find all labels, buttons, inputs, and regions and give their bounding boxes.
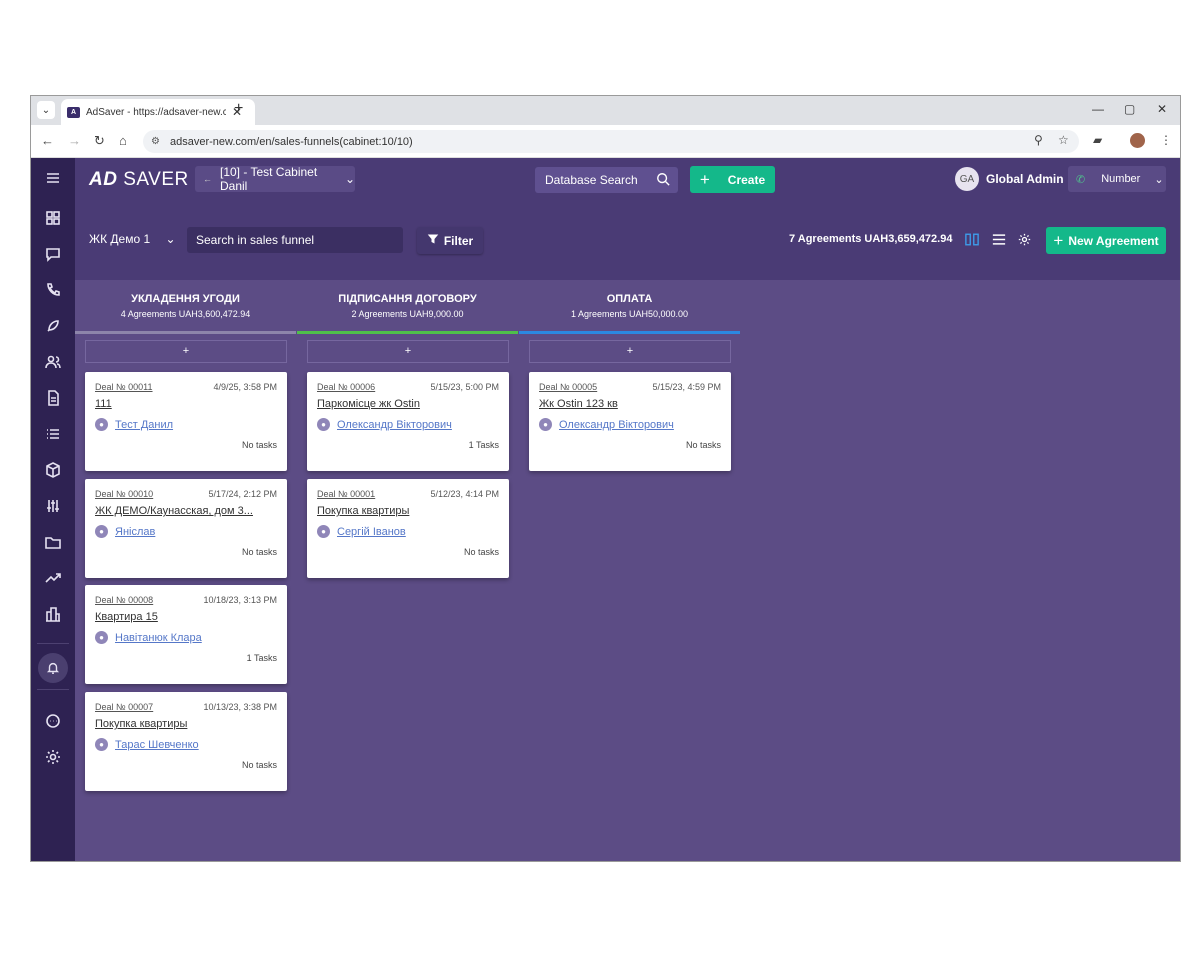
add-deal-button[interactable]: +	[307, 340, 509, 363]
column-title: ОПЛАТА	[606, 293, 653, 305]
column-title: ПІДПИСАННЯ ДОГОВОРУ	[338, 293, 477, 305]
tab-title: AdSaver - https://adsaver-new.c	[86, 106, 226, 118]
deal-number-link[interactable]: Deal № 00008	[95, 595, 153, 605]
tab-search-chevron-icon[interactable]: ⌄	[37, 101, 55, 119]
contact-name-link[interactable]: Олександр Вікторович	[337, 419, 452, 431]
profile-avatar[interactable]	[1130, 133, 1145, 148]
browser-tab[interactable]: A AdSaver - https://adsaver-new.c ✕	[61, 99, 255, 125]
deal-tasks: No tasks	[241, 760, 277, 770]
url-text: adsaver-new.com/en/sales-funnels(cabinet…	[169, 135, 413, 148]
add-deal-button[interactable]: +	[529, 340, 731, 363]
deal-contact: ● Тест Данил	[95, 418, 173, 431]
app-area: AD SAVER ← [10] - Test Cabinet Danil ⌄ D…	[31, 158, 1180, 861]
deal-number-link[interactable]: Deal № 00005	[539, 382, 597, 392]
deal-tasks: No tasks	[241, 440, 277, 450]
contact-person-icon: ●	[95, 738, 108, 751]
password-key-icon[interactable]: ⚲	[1034, 133, 1043, 147]
adsaver-favicon-icon: A	[67, 106, 80, 118]
deal-contact: ● Олександр Вікторович	[539, 418, 674, 431]
deal-card[interactable]: Deal № 00011 4/9/25, 3:58 PM 111 ● Тест Дани…	[85, 372, 287, 471]
deal-title-link[interactable]: Квартира 15	[95, 611, 277, 623]
contact-person-icon: ●	[95, 418, 108, 431]
contact-name-link[interactable]: Навітанюк Клара	[115, 632, 202, 644]
deal-date: 5/15/23, 4:59 PM	[652, 382, 721, 392]
deal-tasks: No tasks	[463, 547, 499, 557]
column-color-bar	[297, 331, 518, 334]
deal-title-link[interactable]: Паркомісце жк Ostin	[317, 398, 499, 410]
deal-date: 5/12/23, 4:14 PM	[430, 489, 499, 499]
column-title: УКЛАДЕННЯ УГОДИ	[131, 293, 240, 305]
new-tab-plus-icon[interactable]: +	[234, 100, 243, 118]
browser-window: ⌄ A AdSaver - https://adsaver-new.c ✕ + …	[30, 95, 1181, 862]
contact-name-link[interactable]: Тест Данил	[115, 419, 173, 431]
deal-tasks: 1 Tasks	[246, 653, 277, 663]
add-deal-button[interactable]: +	[85, 340, 287, 363]
deal-title-link[interactable]: 111	[95, 398, 277, 410]
deal-title-link[interactable]: ЖК ДЕМО/Каунасская, дом 3...	[95, 505, 277, 517]
column-color-bar	[75, 331, 296, 334]
deal-card[interactable]: Deal № 00005 5/15/23, 4:59 PM Жк Ostin 123…	[529, 372, 731, 471]
contact-person-icon: ●	[317, 525, 330, 538]
deal-tasks: No tasks	[685, 440, 721, 450]
extensions-icon[interactable]: ▰	[1093, 133, 1102, 147]
deal-number-link[interactable]: Deal № 00011	[95, 382, 153, 392]
deal-card[interactable]: Deal № 00001 5/12/23, 4:14 PM Покупка квар…	[307, 479, 509, 578]
forward-arrow-icon[interactable]: →	[68, 133, 81, 148]
deal-date: 10/18/23, 3:13 PM	[203, 595, 277, 605]
url-input[interactable]: ⚙ adsaver-new.com/en/sales-funnels(cabin…	[143, 130, 1079, 153]
home-icon[interactable]: ⌂	[119, 133, 127, 148]
column-header: УКЛАДЕННЯ УГОДИ 4 Agreements UAH3,600,472…	[75, 289, 296, 334]
column-summary: 1 Agreements UAH50,000.00	[570, 309, 689, 319]
deal-tasks: No tasks	[241, 547, 277, 557]
contact-person-icon: ●	[95, 631, 108, 644]
contact-name-link[interactable]: Яніслав	[115, 526, 155, 538]
deal-card[interactable]: Deal № 00007 10/13/23, 3:38 PM Покупка ква…	[85, 692, 287, 791]
deal-card[interactable]: Deal № 00010 5/17/24, 2:12 PM ЖК ДЕМО/Каун…	[85, 479, 287, 578]
deal-title-link[interactable]: Покупка квартиры	[95, 718, 277, 730]
column-header: ОПЛАТА 1 Agreements UAH50,000.00	[519, 289, 740, 334]
deal-contact: ● Тарас Шевченко	[95, 738, 199, 751]
deal-tasks: 1 Tasks	[468, 440, 499, 450]
deal-date: 5/17/24, 2:12 PM	[208, 489, 277, 499]
column-summary: 4 Agreements UAH3,600,472.94	[120, 309, 251, 319]
site-info-icon[interactable]: ⚙	[151, 136, 160, 147]
deal-number-link[interactable]: Deal № 00010	[95, 489, 153, 499]
reload-icon[interactable]: ↻	[94, 133, 105, 149]
deal-date: 10/13/23, 3:38 PM	[203, 702, 277, 712]
contact-name-link[interactable]: Сергій Іванов	[337, 526, 406, 538]
deal-number-link[interactable]: Deal № 00007	[95, 702, 153, 712]
contact-name-link[interactable]: Тарас Шевченко	[115, 739, 199, 751]
deal-number-link[interactable]: Deal № 00001	[317, 489, 375, 499]
browser-menu-icon[interactable]: ⋮	[1160, 133, 1172, 147]
deal-contact: ● Навітанюк Клара	[95, 631, 202, 644]
contact-person-icon: ●	[317, 418, 330, 431]
contact-person-icon: ●	[539, 418, 552, 431]
column-color-bar	[519, 331, 740, 334]
maximize-icon[interactable]: ▢	[1124, 102, 1135, 116]
window-close-icon[interactable]: ✕	[1157, 102, 1167, 116]
kanban-board: УКЛАДЕННЯ УГОДИ 4 Agreements UAH3,600,472…	[31, 158, 1180, 861]
deal-title-link[interactable]: Покупка квартиры	[317, 505, 499, 517]
contact-name-link[interactable]: Олександр Вікторович	[559, 419, 674, 431]
minimize-icon[interactable]: —	[1092, 102, 1104, 116]
column-summary: 2 Agreements UAH9,000.00	[351, 309, 464, 319]
address-bar-row: ← → ↻ ⌂ ⚙ adsaver-new.com/en/sales-funne…	[31, 125, 1180, 158]
deal-date: 5/15/23, 5:00 PM	[430, 382, 499, 392]
tab-strip: ⌄ A AdSaver - https://adsaver-new.c ✕ + …	[31, 96, 1180, 125]
contact-person-icon: ●	[95, 525, 108, 538]
bookmark-star-icon[interactable]: ☆	[1058, 133, 1069, 147]
column-header: ПІДПИСАННЯ ДОГОВОРУ 2 Agreements UAH9,000…	[297, 289, 518, 334]
deal-card[interactable]: Deal № 00008 10/18/23, 3:13 PM Квартира 15…	[85, 585, 287, 684]
deal-card[interactable]: Deal № 00006 5/15/23, 5:00 PM Паркомісце ж…	[307, 372, 509, 471]
deal-date: 4/9/25, 3:58 PM	[213, 382, 277, 392]
deal-contact: ● Олександр Вікторович	[317, 418, 452, 431]
deal-title-link[interactable]: Жк Ostin 123 кв	[539, 398, 721, 410]
deal-contact: ● Сергій Іванов	[317, 525, 406, 538]
back-arrow-icon[interactable]: ←	[41, 133, 54, 148]
deal-contact: ● Яніслав	[95, 525, 155, 538]
deal-number-link[interactable]: Deal № 00006	[317, 382, 375, 392]
